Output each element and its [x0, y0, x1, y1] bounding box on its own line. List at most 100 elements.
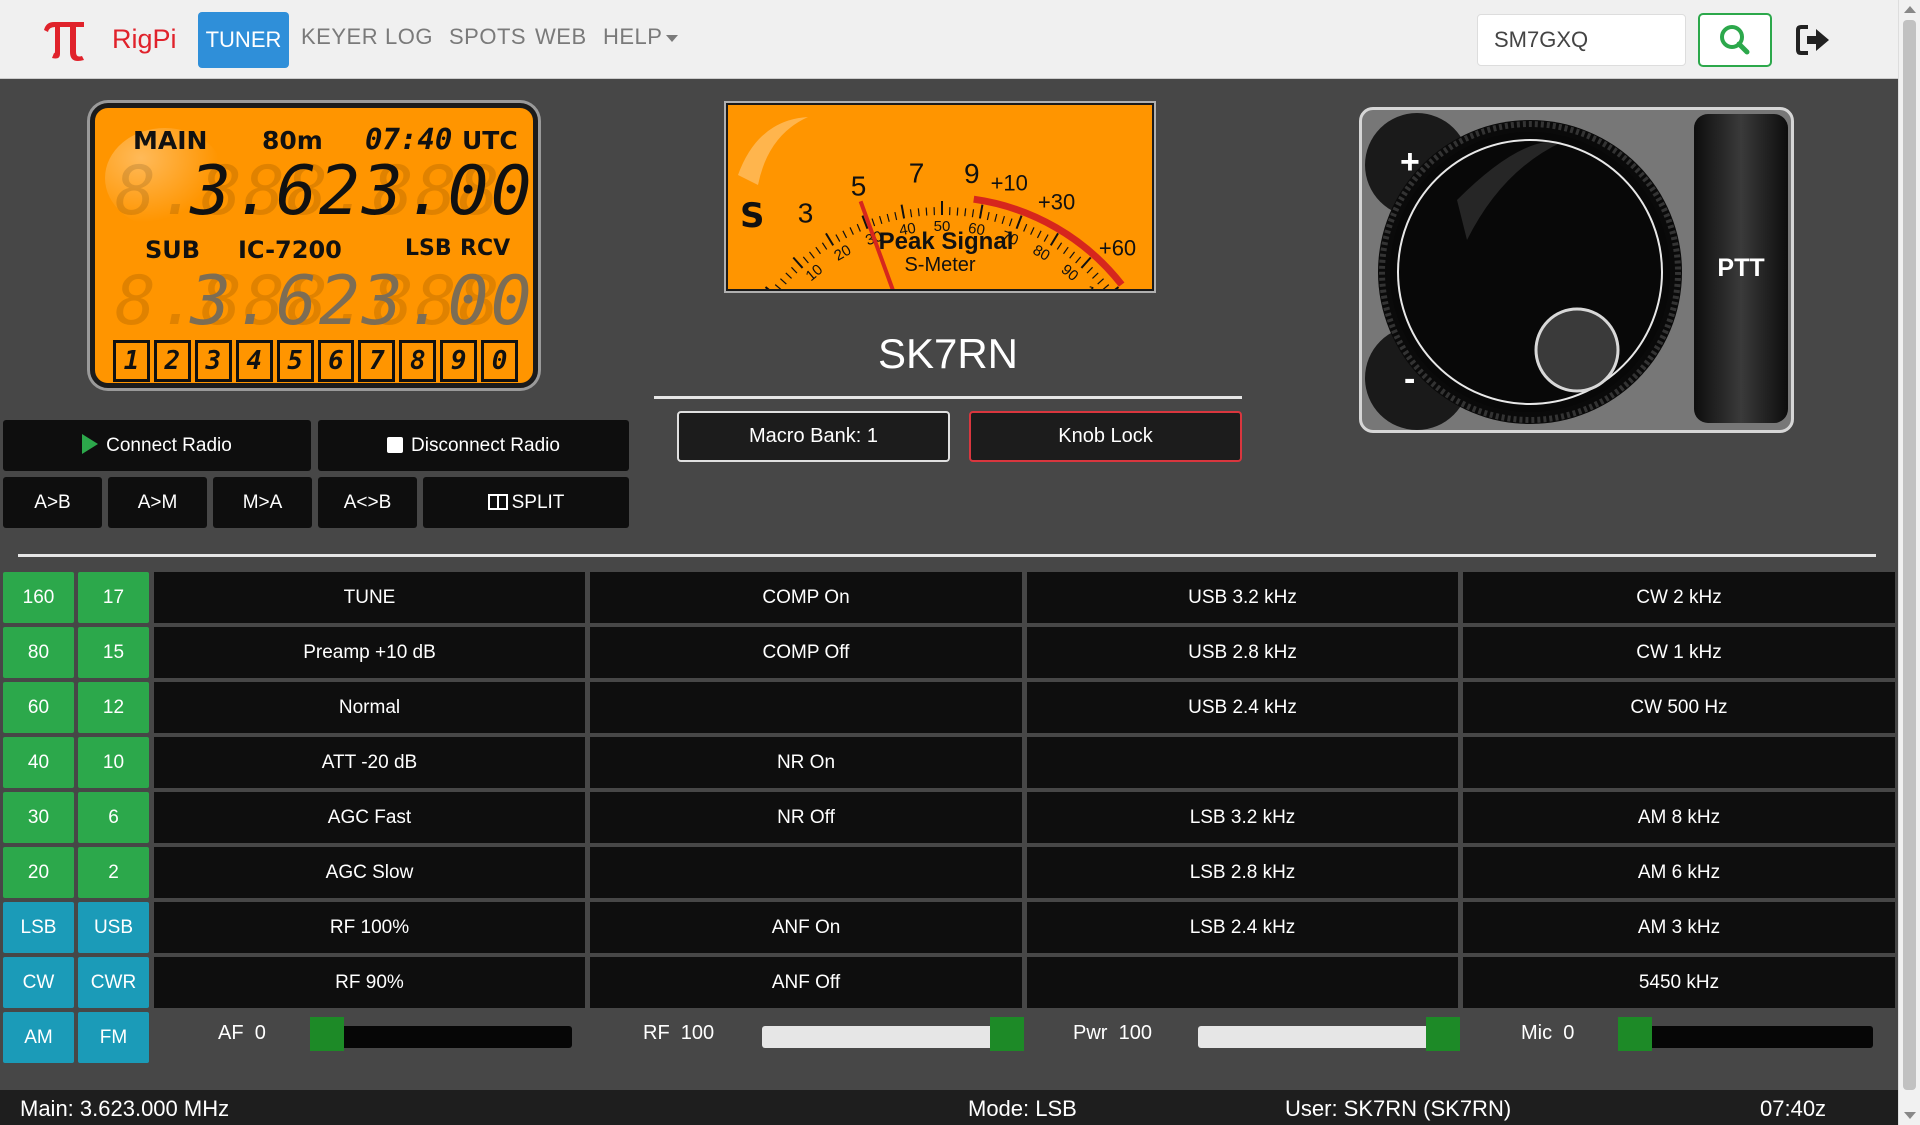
macro-button[interactable]: USB 3.2 kHz — [1027, 572, 1458, 623]
pwr-slider-thumb[interactable] — [1426, 1017, 1460, 1051]
split-button[interactable]: SPLIT — [423, 477, 629, 528]
band-button-20[interactable]: 20 — [3, 847, 74, 898]
nav-keyer[interactable]: KEYER — [301, 24, 378, 50]
scroll-down-arrow-icon[interactable] — [1904, 1112, 1916, 1119]
mic-slider-thumb[interactable] — [1618, 1017, 1652, 1051]
macro-button[interactable]: ANF Off — [590, 957, 1022, 1008]
rf-slider-thumb[interactable] — [990, 1017, 1024, 1051]
lcd-key[interactable]: 7 — [358, 340, 396, 382]
macro-button[interactable]: Preamp +10 dB — [154, 627, 585, 678]
lcd-key[interactable]: 6 — [317, 340, 355, 382]
knob-finger-dimple[interactable] — [1534, 307, 1620, 393]
macro-button[interactable] — [590, 847, 1022, 898]
knob-lock-button[interactable]: Knob Lock — [969, 411, 1242, 462]
lcd-key[interactable]: 3 — [194, 340, 232, 382]
lcd-key[interactable]: 2 — [153, 340, 191, 382]
macro-button[interactable] — [1027, 737, 1458, 788]
lcd-key[interactable]: 4 — [235, 340, 273, 382]
macro-button[interactable]: ATT -20 dB — [154, 737, 585, 788]
a-to-b-button[interactable]: A>B — [3, 477, 102, 528]
macro-button[interactable]: RF 100% — [154, 902, 585, 953]
macro-button[interactable] — [1027, 957, 1458, 1008]
mode-button-lsb[interactable]: LSB — [3, 902, 74, 953]
band-button-15[interactable]: 15 — [78, 627, 149, 678]
macro-button[interactable] — [590, 682, 1022, 733]
macro-button[interactable]: NR Off — [590, 792, 1022, 843]
meter-tick — [1092, 272, 1099, 279]
logout-icon[interactable] — [1796, 24, 1832, 56]
macro-button[interactable]: AGC Fast — [154, 792, 585, 843]
search-button[interactable] — [1698, 13, 1772, 67]
macro-button[interactable]: AM 3 kHz — [1463, 902, 1895, 953]
scrollbar[interactable] — [1898, 0, 1920, 1125]
pi-logo-icon[interactable] — [40, 14, 90, 64]
mode-button-am[interactable]: AM — [3, 1012, 74, 1063]
band-button-17[interactable]: 17 — [78, 572, 149, 623]
minus-icon[interactable]: - — [1404, 360, 1415, 398]
band-button-160[interactable]: 160 — [3, 572, 74, 623]
band-button-40[interactable]: 40 — [3, 737, 74, 788]
scroll-up-arrow-icon[interactable] — [1904, 6, 1916, 13]
af-slider-thumb[interactable] — [310, 1017, 344, 1051]
lcd-key[interactable]: 0 — [481, 340, 519, 382]
macro-button[interactable]: Normal — [154, 682, 585, 733]
tuning-knob[interactable] — [1390, 132, 1670, 412]
lcd-key[interactable]: 9 — [440, 340, 478, 382]
nav-spots[interactable]: SPOTS — [449, 24, 526, 50]
band-button-60[interactable]: 60 — [3, 682, 74, 733]
macro-button[interactable]: COMP Off — [590, 627, 1022, 678]
macro-button[interactable]: CW 1 kHz — [1463, 627, 1895, 678]
macro-button[interactable]: COMP On — [590, 572, 1022, 623]
mic-slider-track[interactable] — [1618, 1026, 1873, 1048]
macro-bank-button[interactable]: Macro Bank: 1 — [677, 411, 950, 462]
macro-button[interactable]: USB 2.4 kHz — [1027, 682, 1458, 733]
lcd-key[interactable]: 1 — [113, 340, 150, 382]
band-button-2[interactable]: 2 — [78, 847, 149, 898]
rf-slider-track[interactable] — [762, 1026, 1024, 1048]
nav-log[interactable]: LOG — [385, 24, 433, 50]
m-to-a-button[interactable]: M>A — [213, 477, 312, 528]
band-button-80[interactable]: 80 — [3, 627, 74, 678]
plus-icon[interactable]: + — [1400, 143, 1420, 181]
meter-tick — [825, 232, 835, 246]
brand-name[interactable]: RigPi — [112, 24, 177, 55]
mode-button-fm[interactable]: FM — [78, 1012, 149, 1063]
band-button-6[interactable]: 6 — [78, 792, 149, 843]
macro-button[interactable]: LSB 2.4 kHz — [1027, 902, 1458, 953]
macro-button[interactable]: USB 2.8 kHz — [1027, 627, 1458, 678]
meter-tick — [791, 266, 798, 274]
mode-button-cw[interactable]: CW — [3, 957, 74, 1008]
macro-button[interactable]: AM 8 kHz — [1463, 792, 1895, 843]
nav-help[interactable]: HELP — [603, 24, 679, 50]
macro-button[interactable]: CW 500 Hz — [1463, 682, 1895, 733]
callsign-input[interactable] — [1477, 14, 1686, 66]
macro-button[interactable]: RF 90% — [154, 957, 585, 1008]
band-button-12[interactable]: 12 — [78, 682, 149, 733]
disconnect-radio-button[interactable]: Disconnect Radio — [318, 420, 629, 471]
macro-button[interactable]: 5450 kHz — [1463, 957, 1895, 1008]
macro-button[interactable]: NR On — [590, 737, 1022, 788]
ptt-button[interactable]: PTT — [1694, 114, 1788, 423]
macro-button[interactable]: LSB 2.8 kHz — [1027, 847, 1458, 898]
connect-radio-button[interactable]: Connect Radio — [3, 420, 311, 471]
a-swap-b-button[interactable]: A<>B — [318, 477, 417, 528]
macro-button[interactable]: AM 6 kHz — [1463, 847, 1895, 898]
macro-button[interactable]: AGC Slow — [154, 847, 585, 898]
nav-web[interactable]: WEB — [535, 24, 587, 50]
macro-button[interactable] — [1463, 737, 1895, 788]
scroll-thumb[interactable] — [1903, 20, 1916, 1090]
band-button-30[interactable]: 30 — [3, 792, 74, 843]
macro-button[interactable]: ANF On — [590, 902, 1022, 953]
a-to-m-button[interactable]: A>M — [108, 477, 207, 528]
mode-button-usb[interactable]: USB — [78, 902, 149, 953]
macro-button[interactable]: CW 2 kHz — [1463, 572, 1895, 623]
lcd-key[interactable]: 8 — [399, 340, 437, 382]
nav-tuner[interactable]: TUNER — [198, 12, 289, 68]
af-slider-track[interactable] — [310, 1026, 572, 1048]
band-button-10[interactable]: 10 — [78, 737, 149, 788]
macro-button[interactable]: LSB 3.2 kHz — [1027, 792, 1458, 843]
mode-button-cwr[interactable]: CWR — [78, 957, 149, 1008]
macro-button[interactable]: TUNE — [154, 572, 585, 623]
pwr-slider-track[interactable] — [1198, 1026, 1460, 1048]
lcd-key[interactable]: 5 — [276, 340, 314, 382]
